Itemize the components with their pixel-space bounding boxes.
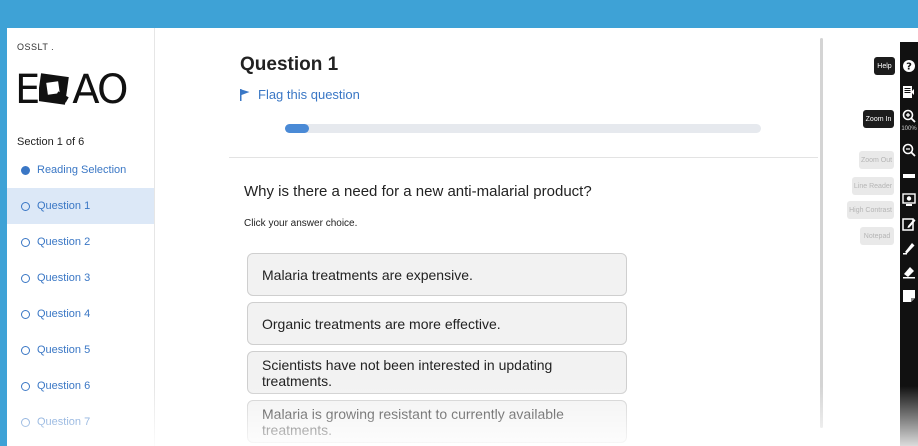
nav-item-label: Question 7 [37, 416, 91, 428]
speaker-page-icon [903, 86, 914, 98]
eqao-logo: E AO [15, 70, 165, 111]
zoom-level: 100% [901, 126, 917, 132]
test-label: OSSLT . [17, 42, 55, 52]
answer-choice-a[interactable]: Malaria treatments are expensive. [247, 253, 627, 296]
progress-fill [285, 124, 309, 133]
nav-item-label: Question 1 [37, 200, 91, 212]
section-indicator: Section 1 of 6 [17, 136, 85, 148]
high-contrast-tooltip: High Contrast [847, 201, 894, 219]
svg-text:?: ? [906, 62, 912, 73]
status-circle-icon [21, 345, 30, 355]
zoom-in-tooltip: Zoom In [863, 110, 894, 128]
help-tooltip: Help [874, 57, 895, 75]
highlighter-icon [903, 243, 915, 255]
progress-bar [285, 124, 761, 133]
line-reader-icon [903, 174, 915, 178]
status-circle-icon [21, 201, 30, 211]
vertical-scrollbar[interactable] [820, 38, 823, 428]
zoom-out-button[interactable] [901, 142, 917, 158]
answer-choice-b[interactable]: Organic treatments are more effective. [247, 302, 627, 345]
nav-item-question-6[interactable]: Question 6 [7, 368, 154, 404]
zoom-out-tooltip: Zoom Out [859, 151, 894, 169]
nav-item-question-2[interactable]: Question 2 [7, 224, 154, 260]
nav-item-label: Reading Selection [37, 164, 127, 176]
answer-choices: Malaria treatments are expensive. Organi… [247, 253, 627, 446]
highlighter-button[interactable] [901, 240, 917, 256]
nav-item-label: Question 3 [37, 272, 91, 284]
logo-letter-e: E [15, 67, 40, 113]
status-circle-icon [21, 237, 30, 247]
question-prompt: Why is there a need for a new anti-malar… [244, 183, 592, 200]
nav-item-question-5[interactable]: Question 5 [7, 332, 154, 368]
answer-choice-c[interactable]: Scientists have not been interested in u… [247, 351, 627, 394]
nav-item-question-4[interactable]: Question 4 [7, 296, 154, 332]
status-circle-icon [21, 417, 30, 427]
sticky-note-icon [903, 290, 915, 302]
assessment-screen: OSSLT . E AO Section 1 of 6 Reading Selec… [7, 28, 918, 446]
window-frame: OSSLT . E AO Section 1 of 6 Reading Selec… [0, 0, 918, 446]
logo-q-mark [37, 72, 71, 111]
high-contrast-button[interactable] [901, 192, 917, 208]
zoom-in-icon [902, 109, 916, 123]
status-circle-icon [21, 273, 30, 283]
eraser-button[interactable] [901, 264, 917, 280]
nav-item-question-3[interactable]: Question 3 [7, 260, 154, 296]
question-title: Question 1 [240, 54, 339, 75]
nav-item-label: Question 2 [37, 236, 91, 248]
answer-instruction: Click your answer choice. [244, 218, 358, 229]
zoom-out-icon [902, 143, 916, 157]
contrast-icon [902, 193, 916, 206]
nav-item-label: Question 4 [37, 308, 91, 320]
flag-icon [240, 88, 250, 101]
question-nav: Reading Selection Question 1 Question 2 … [7, 152, 154, 440]
help-icon: ? [903, 60, 915, 73]
logo-letters-ao: AO [72, 67, 128, 113]
nav-item-label: Question 6 [37, 380, 91, 392]
nav-item-label: Question 5 [37, 344, 91, 356]
notepad-button[interactable] [901, 216, 917, 232]
nav-item-question-7[interactable]: Question 7 [7, 404, 154, 440]
eraser-icon [903, 267, 915, 279]
nav-item-reading-selection[interactable]: Reading Selection [7, 152, 154, 188]
zoom-in-button[interactable] [901, 108, 917, 124]
status-dot-icon [21, 165, 30, 175]
flag-label: Flag this question [258, 87, 360, 102]
sidebar: OSSLT . E AO Section 1 of 6 Reading Selec… [7, 28, 155, 446]
help-button[interactable]: ? [901, 58, 917, 74]
divider [229, 157, 818, 158]
notepad-tooltip: Notepad [860, 227, 894, 245]
flag-question-button[interactable]: Flag this question [240, 87, 360, 102]
answer-choice-d[interactable]: Malaria is growing resistant to currentl… [247, 400, 627, 443]
status-circle-icon [21, 309, 30, 319]
text-to-speech-button[interactable] [901, 84, 917, 100]
status-circle-icon [21, 381, 30, 391]
tools-toolbar: ? 100% [900, 42, 918, 446]
nav-item-question-1[interactable]: Question 1 [7, 188, 154, 224]
sticky-note-button[interactable] [901, 288, 917, 304]
notepad-edit-icon [902, 218, 916, 231]
question-panel: Question 1 Flag this question Why is the… [229, 28, 818, 446]
line-reader-button[interactable] [901, 168, 917, 184]
line-reader-tooltip: Line Reader [852, 177, 894, 195]
